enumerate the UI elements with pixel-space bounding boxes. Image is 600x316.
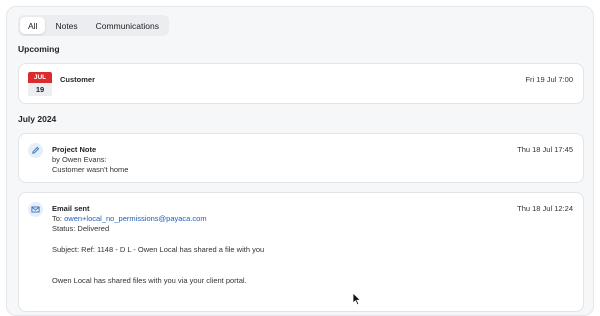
date-month: JUL [28, 72, 52, 83]
envelope-icon [28, 202, 43, 217]
tab-communications[interactable]: Communications [88, 17, 167, 34]
upcoming-event-card[interactable]: JUL 19 Customer Fri 19 Jul 7:00 [18, 63, 584, 104]
email-recipient: To: owen+local_no_permissions@payaca.com [52, 214, 207, 223]
note-card[interactable]: Project Note by Owen Evans: Customer was… [18, 133, 584, 183]
email-time: Thu 18 Jul 12:24 [517, 204, 573, 213]
note-time: Thu 18 Jul 17:45 [517, 145, 573, 154]
tab-all[interactable]: All [20, 17, 46, 34]
email-title: Email sent [52, 204, 90, 213]
recipient-link[interactable]: owen+local_no_permissions@payaca.com [64, 214, 206, 223]
email-status: Status: Delivered [52, 224, 110, 233]
note-title: Project Note [52, 145, 97, 154]
date-day: 19 [28, 83, 52, 96]
mouse-cursor-icon [352, 292, 362, 306]
month-heading: July 2024 [18, 114, 57, 124]
email-card[interactable]: Email sent To: owen+local_no_permissions… [18, 192, 584, 312]
note-body: Customer wasn't home [52, 165, 129, 174]
email-subject: Subject: Ref: 1148 - D L - Owen Local ha… [52, 245, 265, 254]
note-author: by Owen Evans: [52, 155, 107, 164]
event-title: Customer [60, 75, 96, 84]
email-body: Owen Local has shared files with you via… [52, 276, 247, 285]
tab-notes[interactable]: Notes [47, 17, 85, 34]
date-badge: JUL 19 [28, 72, 52, 96]
to-label: To: [52, 214, 63, 223]
filter-tabs: All Notes Communications [18, 15, 169, 36]
upcoming-heading: Upcoming [18, 44, 60, 54]
event-time: Fri 19 Jul 7:00 [525, 75, 573, 84]
pencil-icon [28, 143, 43, 158]
